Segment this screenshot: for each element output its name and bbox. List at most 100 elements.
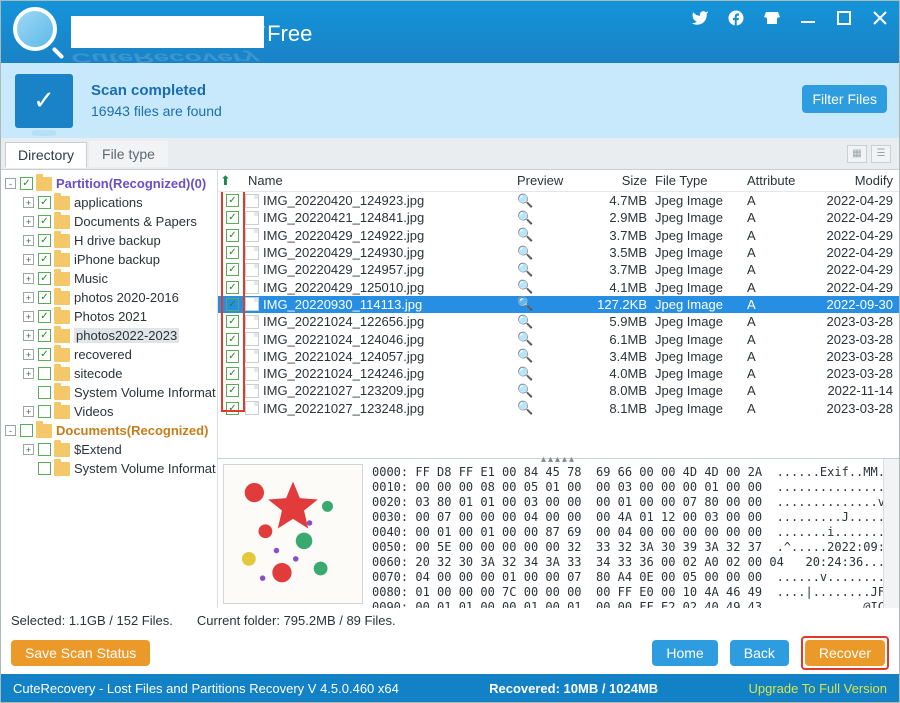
row-checkbox[interactable]: ✓ xyxy=(226,263,239,276)
row-preview-icon[interactable]: 🔍 xyxy=(517,331,585,347)
back-button[interactable]: Back xyxy=(730,640,789,666)
recover-button[interactable]: Recover xyxy=(805,640,885,666)
row-checkbox[interactable]: ✓ xyxy=(226,333,239,346)
table-row[interactable]: ✓IMG_20221024_124046.jpg🔍6.1MBJpeg Image… xyxy=(218,330,899,347)
row-checkbox[interactable]: ✓ xyxy=(226,350,239,363)
table-row[interactable]: ✓IMG_20221024_124057.jpg🔍3.4MBJpeg Image… xyxy=(218,348,899,365)
row-preview-icon[interactable]: 🔍 xyxy=(517,314,585,330)
tree-toggle-icon[interactable]: + xyxy=(23,406,34,417)
file-table[interactable]: ✓IMG_20220420_124923.jpg🔍4.7MBJpeg Image… xyxy=(218,192,899,458)
row-preview-icon[interactable]: 🔍 xyxy=(517,296,585,312)
table-row[interactable]: ✓IMG_20221027_123248.jpg🔍8.1MBJpeg Image… xyxy=(218,400,899,417)
tree-checkbox[interactable]: ✓ xyxy=(20,177,33,190)
tree-checkbox[interactable]: ✓ xyxy=(38,405,51,418)
tree-item[interactable]: +✓H drive backup xyxy=(1,231,217,250)
col-modify[interactable]: Modify xyxy=(817,173,899,188)
tree-toggle-icon[interactable]: + xyxy=(23,254,34,265)
tree-checkbox[interactable]: ✓ xyxy=(38,329,51,342)
row-checkbox[interactable]: ✓ xyxy=(226,246,239,259)
table-row[interactable]: ✓IMG_20220420_124923.jpg🔍4.7MBJpeg Image… xyxy=(218,192,899,209)
tree-checkbox[interactable]: ✓ xyxy=(38,462,51,475)
minimize-icon[interactable] xyxy=(799,9,817,27)
row-preview-icon[interactable]: 🔍 xyxy=(517,245,585,261)
row-preview-icon[interactable]: 🔍 xyxy=(517,227,585,243)
table-row[interactable]: ✓IMG_20220930_114113.jpg🔍127.2KBJpeg Ima… xyxy=(218,296,899,313)
tree-toggle-icon[interactable]: + xyxy=(23,330,34,341)
tree-toggle-icon[interactable]: + xyxy=(23,273,34,284)
tree-checkbox[interactable]: ✓ xyxy=(38,215,51,228)
tree-item[interactable]: +✓iPhone backup xyxy=(1,250,217,269)
twitter-icon[interactable] xyxy=(691,9,709,27)
row-preview-icon[interactable]: 🔍 xyxy=(517,279,585,295)
row-preview-icon[interactable]: 🔍 xyxy=(517,193,585,209)
tree-checkbox[interactable]: ✓ xyxy=(38,234,51,247)
row-preview-icon[interactable]: 🔍 xyxy=(517,366,585,382)
tree-item[interactable]: +✓Photos 2021 xyxy=(1,307,217,326)
tree-item[interactable]: +✓applications xyxy=(1,193,217,212)
tab-directory[interactable]: Directory xyxy=(5,142,87,168)
tree-item[interactable]: ✓System Volume Informat xyxy=(1,459,217,478)
table-row[interactable]: ✓IMG_20220429_124930.jpg🔍3.5MBJpeg Image… xyxy=(218,244,899,261)
table-row[interactable]: ✓IMG_20221027_123209.jpg🔍8.0MBJpeg Image… xyxy=(218,382,899,399)
tree-toggle-icon[interactable]: + xyxy=(23,292,34,303)
table-row[interactable]: ✓IMG_20221024_122656.jpg🔍5.9MBJpeg Image… xyxy=(218,313,899,330)
tree-item[interactable]: +✓$Extend xyxy=(1,440,217,459)
table-row[interactable]: ✓IMG_20220429_124957.jpg🔍3.7MBJpeg Image… xyxy=(218,261,899,278)
grid-view-icon[interactable]: ▦ xyxy=(847,145,867,163)
row-checkbox[interactable]: ✓ xyxy=(226,367,239,380)
col-name[interactable]: Name xyxy=(246,173,517,188)
save-scan-button[interactable]: Save Scan Status xyxy=(11,640,150,666)
maximize-icon[interactable] xyxy=(835,9,853,27)
tree-item[interactable]: +✓Videos xyxy=(1,402,217,421)
splitter-handle-icon[interactable]: ▴▴▴▴▴ xyxy=(541,454,576,465)
tree-checkbox[interactable]: ✓ xyxy=(38,386,51,399)
tree-item[interactable]: +✓Music xyxy=(1,269,217,288)
list-view-icon[interactable]: ☰ xyxy=(871,145,891,163)
tree-item[interactable]: +✓photos 2020-2016 xyxy=(1,288,217,307)
row-checkbox[interactable]: ✓ xyxy=(226,315,239,328)
row-preview-icon[interactable]: 🔍 xyxy=(517,262,585,278)
row-preview-icon[interactable]: 🔍 xyxy=(517,210,585,226)
tree-item[interactable]: +✓recovered xyxy=(1,345,217,364)
close-icon[interactable] xyxy=(871,9,889,27)
row-checkbox[interactable]: ✓ xyxy=(226,281,239,294)
tree-item[interactable]: +✓Documents & Papers xyxy=(1,212,217,231)
table-row[interactable]: ✓IMG_20221024_124246.jpg🔍4.0MBJpeg Image… xyxy=(218,365,899,382)
tree-toggle-icon[interactable]: + xyxy=(23,216,34,227)
home-button[interactable]: Home xyxy=(652,640,717,666)
table-row[interactable]: ✓IMG_20220421_124841.jpg🔍2.9MBJpeg Image… xyxy=(218,209,899,226)
directory-tree[interactable]: -✓Partition(Recognized)(0)+✓applications… xyxy=(1,170,218,608)
row-checkbox[interactable]: ✓ xyxy=(226,298,239,311)
col-size[interactable]: Size xyxy=(585,173,655,188)
row-checkbox[interactable]: ✓ xyxy=(226,194,239,207)
tree-checkbox[interactable]: ✓ xyxy=(38,196,51,209)
row-preview-icon[interactable]: 🔍 xyxy=(517,383,585,399)
tree-toggle-icon[interactable]: - xyxy=(5,425,16,436)
tree-item[interactable]: +✓photos2022-2023 xyxy=(1,326,217,345)
tree-toggle-icon[interactable]: + xyxy=(23,197,34,208)
tree-toggle-icon[interactable]: + xyxy=(23,444,34,455)
tree-checkbox[interactable]: ✓ xyxy=(38,443,51,456)
tree-toggle-icon[interactable]: + xyxy=(23,235,34,246)
col-preview[interactable]: Preview xyxy=(517,173,585,188)
tree-item[interactable]: -✓Partition(Recognized)(0) xyxy=(1,174,217,193)
tree-checkbox[interactable]: ✓ xyxy=(38,310,51,323)
col-attribute[interactable]: Attribute xyxy=(747,173,817,188)
table-row[interactable]: ✓IMG_20220429_125010.jpg🔍4.1MBJpeg Image… xyxy=(218,278,899,295)
tree-toggle-icon[interactable]: + xyxy=(23,311,34,322)
col-type[interactable]: File Type xyxy=(655,173,747,188)
tree-item[interactable]: ✓System Volume Informat xyxy=(1,383,217,402)
row-checkbox[interactable]: ✓ xyxy=(226,402,239,415)
filter-files-button[interactable]: Filter Files xyxy=(802,85,887,113)
table-row[interactable]: ✓IMG_20220429_124922.jpg🔍3.7MBJpeg Image… xyxy=(218,227,899,244)
tree-checkbox[interactable]: ✓ xyxy=(38,348,51,361)
tree-toggle-icon[interactable]: + xyxy=(23,349,34,360)
facebook-icon[interactable] xyxy=(727,9,745,27)
tree-checkbox[interactable]: ✓ xyxy=(38,367,51,380)
row-checkbox[interactable]: ✓ xyxy=(226,211,239,224)
tab-file-type[interactable]: File type xyxy=(89,141,168,167)
tree-item[interactable]: -✓Documents(Recognized) xyxy=(1,421,217,440)
hex-scrollbar[interactable] xyxy=(883,459,899,608)
tree-checkbox[interactable]: ✓ xyxy=(20,424,33,437)
tree-toggle-icon[interactable]: + xyxy=(23,368,34,379)
